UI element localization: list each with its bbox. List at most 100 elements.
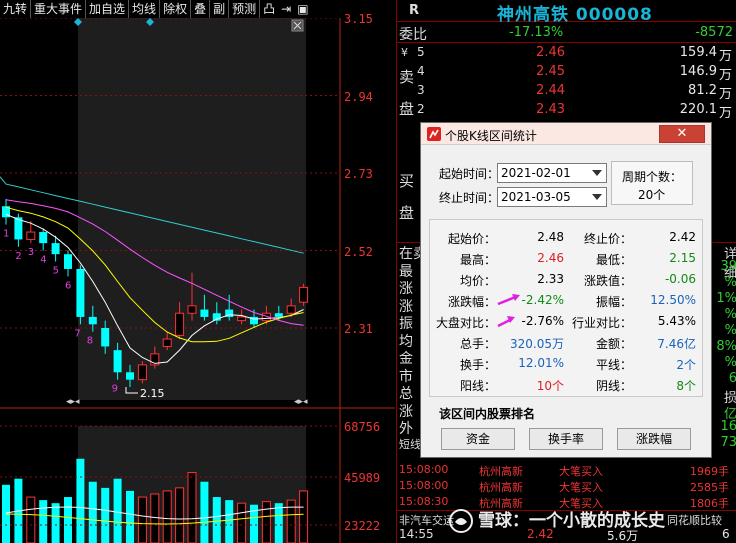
stat-value: 2.48 xyxy=(537,230,564,244)
sell-level-row[interactable]: 2 2.43 220.1 万 xyxy=(397,102,736,121)
toolbar-item-6[interactable]: 副 xyxy=(210,0,230,18)
volume-bar xyxy=(88,481,97,543)
candle-body xyxy=(299,286,309,303)
end-time-label: 终止时间： xyxy=(439,191,500,205)
watermark-text: 雪球：一个小散的成长史 xyxy=(478,511,665,531)
stat-label: 平线： xyxy=(595,358,632,372)
rank-funds-button[interactable]: 资金 xyxy=(441,428,515,450)
volume-bar xyxy=(101,487,110,543)
stat-label: 大盘对比： xyxy=(436,316,497,330)
candle-body xyxy=(274,313,283,317)
dialog-titlebar[interactable]: 个股K线区间统计 ✕ xyxy=(421,123,711,145)
toolbar-item-5[interactable]: 叠 xyxy=(191,0,211,18)
weibi-label: 委比 xyxy=(399,27,427,43)
toolbar-item-8[interactable]: 凸 xyxy=(260,0,278,18)
rank-change-button[interactable]: 涨跌幅 xyxy=(617,428,691,450)
price-axis-label: 2.31 xyxy=(344,322,373,336)
start-date-value: 2021-02-01 xyxy=(501,166,571,180)
stat-label: 阳线： xyxy=(459,379,496,393)
dialog-title: 个股K线区间统计 xyxy=(445,129,537,143)
volume-axis-label: 23222 xyxy=(344,519,381,533)
bottom-tab-right[interactable]: 同花顺比较 xyxy=(667,512,722,528)
toolbar-item-7[interactable]: 预测 xyxy=(229,0,261,18)
volume-bar xyxy=(212,497,221,543)
td-count-label: 9 xyxy=(112,384,118,395)
chart-toolbar: 九转 重大事件 加自选 均线 除权叠副预测凸 ⇥ ▣ xyxy=(0,0,330,18)
toolbar-item-9[interactable]: ⇥ xyxy=(278,0,294,18)
kline-chart-area[interactable]: 1 2 3 4 5 6 7 8 9 2.15 ◂▸◂ ◂▸◂ 3.15 2.94 2.73 2.52 2.31… xyxy=(0,12,395,543)
toolbar-item-3[interactable]: 均线 xyxy=(129,0,161,18)
buy-side-label: 盘 xyxy=(399,204,415,222)
end-date-value: 2021-03-05 xyxy=(501,190,571,204)
volume-bar xyxy=(162,490,172,543)
sell-level-row[interactable]: 5 2.46 159.4 万 xyxy=(397,45,736,64)
tick-stock-name: 杭州高新 xyxy=(479,465,523,478)
toolbar-item-4[interactable]: 除权 xyxy=(160,0,192,18)
stat-label: 涨跌值： xyxy=(583,274,632,288)
stat-label: 均价： xyxy=(459,274,496,288)
td-count-label: 2 xyxy=(15,251,21,262)
stat-value: 2个 xyxy=(676,358,696,372)
stat-label: 金额： xyxy=(595,337,632,351)
sell-level-row[interactable]: 4 2.45 146.9 万 xyxy=(397,64,736,83)
quote-field-value: 1% xyxy=(716,291,736,306)
volume-bar xyxy=(261,501,271,543)
toolbar-item-0[interactable]: 九转 xyxy=(0,0,32,18)
low-price-label: 2.15 xyxy=(140,387,165,400)
bottom-tab[interactable]: 非汽车交运 xyxy=(399,512,454,528)
candle-body xyxy=(113,350,122,373)
candle-body xyxy=(101,328,110,347)
candle-body xyxy=(200,309,209,317)
stat-value: 8个 xyxy=(676,379,696,393)
annotation-arrows xyxy=(497,294,520,328)
candle-body xyxy=(26,231,36,240)
candle-body xyxy=(88,316,97,325)
volume-axis-label: 68756 xyxy=(344,420,381,434)
candle-body xyxy=(51,243,60,255)
price-axis-label: 2.52 xyxy=(344,244,373,259)
last-trade-num: 6 xyxy=(722,527,730,541)
tick-type: 大笔买入 xyxy=(559,465,603,478)
tick-time: 15:08:30 xyxy=(399,495,449,508)
sell-level-price: 2.45 xyxy=(536,64,565,79)
tick-volume: 1806手 xyxy=(690,497,729,510)
toolbar-item-2[interactable]: 加自选 xyxy=(86,0,130,18)
sell-level-price: 2.46 xyxy=(536,45,565,60)
sell-level-price: 2.43 xyxy=(536,102,565,117)
volume-bar xyxy=(126,490,134,543)
volume-bar xyxy=(237,502,247,543)
kline-chart-svg[interactable]: 12 3456 78 9 2.15 ◂▸◂ ◂▸◂ xyxy=(0,18,395,543)
last-trade-time: 14:55 xyxy=(399,527,434,541)
rank-turnover-button[interactable]: 换手率 xyxy=(529,428,603,450)
sell-level-row[interactable]: 3 2.44 81.2 万 xyxy=(397,83,736,102)
tick-row[interactable]: 15:08:00 杭州高新 大笔买入 1969手 xyxy=(397,463,736,478)
stock-title[interactable]: 神州高铁 000008 xyxy=(497,0,653,25)
stats-box: 起始价： 2.48 终止价： 2.42 最高： 2.46 最低： 2.15 均价： 2.33 涨跌值… xyxy=(429,219,703,397)
sell-level-label: 5 xyxy=(417,45,425,59)
volume-bar xyxy=(64,497,72,543)
volume-bar xyxy=(187,472,197,543)
volume-bar xyxy=(274,503,283,543)
sell-level-label: 3 xyxy=(417,83,425,97)
tick-row[interactable]: 15:08:00 杭州高新 大笔买入 2585手 xyxy=(397,479,736,494)
stat-value: 2.15 xyxy=(669,251,696,265)
toolbar-item-10[interactable]: ▣ xyxy=(294,0,311,18)
toolbar-item-1[interactable]: 重大事件 xyxy=(31,0,87,18)
candle-body xyxy=(162,338,172,347)
stat-label: 终止价： xyxy=(583,232,632,246)
end-date-select[interactable]: 2021-03-05 xyxy=(497,187,607,207)
rank-label: 该区间内股票排名 xyxy=(439,407,536,421)
stat-value: 2.33 xyxy=(537,272,564,286)
candle-body xyxy=(76,268,85,317)
sell-level-unit: 万 xyxy=(719,49,733,64)
candle-body xyxy=(187,305,197,314)
td-count-label: 3 xyxy=(28,247,34,258)
stat-label: 阴线： xyxy=(595,379,632,393)
stat-label: 总手： xyxy=(459,337,496,351)
quote-field-value: % xyxy=(724,307,736,322)
start-date-select[interactable]: 2021-02-01 xyxy=(497,163,607,183)
candle-body xyxy=(39,232,48,244)
dialog-close-button[interactable]: ✕ xyxy=(659,125,705,143)
stat-value: 10个 xyxy=(536,379,564,393)
period-value: 20个 xyxy=(638,188,666,202)
